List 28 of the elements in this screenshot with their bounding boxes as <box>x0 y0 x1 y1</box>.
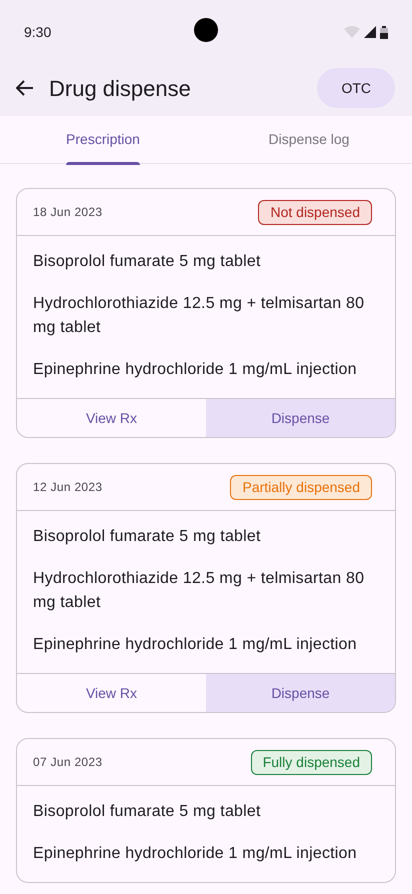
drug-name: Bisoprolol fumarate 5 mg tablet <box>33 802 262 822</box>
dispense-button[interactable]: Dispense <box>206 399 395 437</box>
status-badge: Fully dispensed <box>250 750 372 774</box>
prescription-date: 07 Jun 2023 <box>33 754 102 771</box>
dispense-button[interactable]: Dispense <box>206 674 395 712</box>
view-rx-button[interactable]: View Rx <box>17 674 206 712</box>
otc-button[interactable]: OTC <box>317 68 395 108</box>
wifi-icon <box>344 26 360 38</box>
prescription-date: 12 Jun 2023 <box>33 479 102 496</box>
status-badge: Partially dispensed <box>230 474 372 500</box>
prescription-date: 18 Jun 2023 <box>33 204 102 221</box>
page-title: Drug dispense <box>49 74 191 103</box>
back-arrow-icon[interactable] <box>16 80 34 96</box>
drug-name: Epinephrine hydrochloride 1 mg/mL injection <box>33 635 358 655</box>
signal-icon <box>364 26 376 38</box>
drug-name: Epinephrine hydrochloride 1 mg/mL injection <box>33 844 358 864</box>
drug-name: Hydrochlorothiazide 12.5 mg + telmisartan 80 mg tablet <box>33 294 366 338</box>
status-badge: Not dispensed <box>258 200 372 224</box>
drug-name: Hydrochlorothiazide 12.5 mg + telmisartan 80 mg tablet <box>33 569 366 613</box>
battery-icon <box>380 26 388 38</box>
tab[interactable]: Prescription <box>0 116 206 163</box>
tab[interactable]: Dispense log <box>206 116 412 163</box>
camera-icon <box>194 18 218 42</box>
drug-name: Epinephrine hydrochloride 1 mg/mL injection <box>33 360 358 380</box>
drug-name: Bisoprolol fumarate 5 mg tablet <box>33 527 262 547</box>
status-time: 9:30 <box>24 22 52 42</box>
drug-name: Bisoprolol fumarate 5 mg tablet <box>33 252 262 272</box>
view-rx-button[interactable]: View Rx <box>17 399 206 437</box>
